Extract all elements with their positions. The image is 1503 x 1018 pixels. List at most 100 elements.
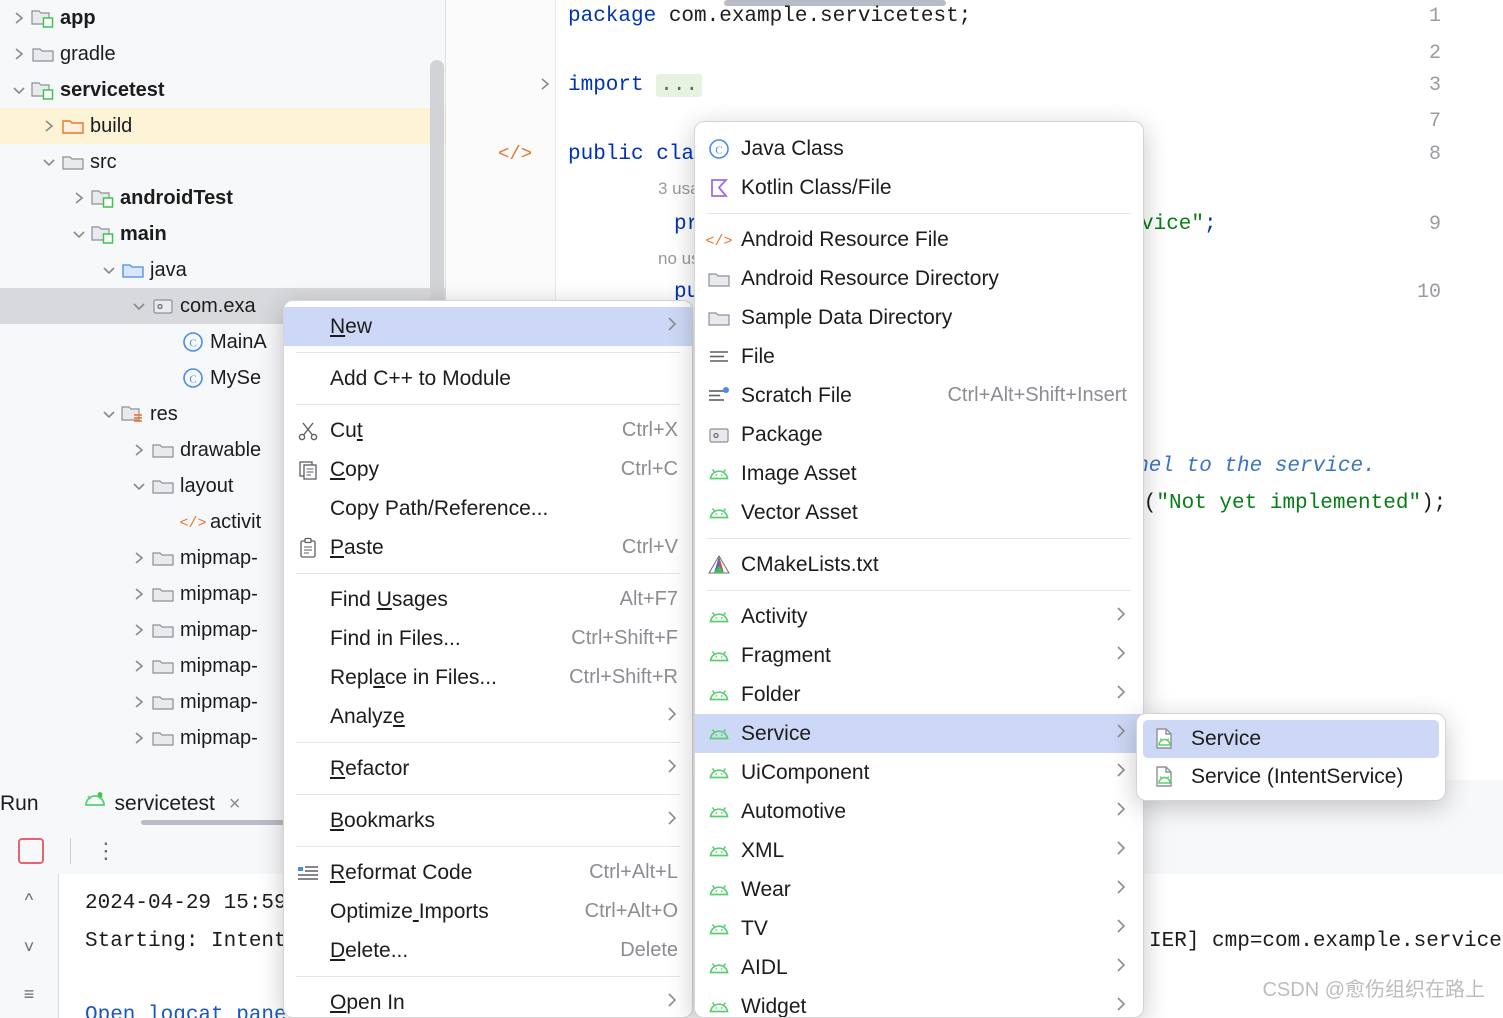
- context-menu[interactable]: New Add C++ to Module Cut Ctrl+X Copy Ctrl+C C…: [283, 300, 693, 1018]
- context-menu-item-refactor[interactable]: Refactor: [284, 749, 692, 788]
- new-menu-item-java-class[interactable]: C Java Class: [695, 129, 1143, 168]
- context-menu-item-delete[interactable]: Delete... Delete: [284, 931, 692, 970]
- context-menu-item-copy[interactable]: Copy Ctrl+C: [284, 450, 692, 489]
- fold-arrow-icon[interactable]: [538, 76, 552, 97]
- soft-wrap-icon[interactable]: ≡: [24, 984, 35, 1005]
- new-menu-item-kotlin-class-file[interactable]: Kotlin Class/File: [695, 168, 1143, 207]
- run-tab-servicetest[interactable]: servicetest ×: [83, 780, 345, 828]
- tree-item-label: MainA: [210, 330, 267, 353]
- new-menu-item-file[interactable]: File: [695, 337, 1143, 376]
- context-menu-item-replace-in-files[interactable]: Replace in Files... Ctrl+Shift+R: [284, 658, 692, 697]
- context-menu-item-open-in[interactable]: Open In: [284, 983, 692, 1017]
- new-submenu[interactable]: C Java Class Kotlin Class/File </> Android R…: [694, 121, 1144, 1018]
- menu-item-label: CMakeLists.txt: [741, 552, 879, 576]
- context-menu-item-optimize-imports[interactable]: Optimize Imports Ctrl+Alt+O: [284, 892, 692, 931]
- context-menu-item-add-c-to-module[interactable]: Add C++ to Module: [284, 359, 692, 398]
- tree-item-label: androidTest: [120, 186, 233, 209]
- tree-item-gradle[interactable]: gradle: [0, 36, 446, 72]
- menu-item-label: TV: [741, 916, 768, 940]
- new-menu-item-android-resource-file[interactable]: </> Android Resource File: [695, 220, 1143, 259]
- menu-item-label: Wear: [741, 877, 791, 901]
- close-icon[interactable]: ×: [229, 793, 241, 816]
- tree-item-servicetest[interactable]: servicetest: [0, 72, 446, 108]
- scroll-up-icon[interactable]: ^: [25, 890, 33, 911]
- new-menu-item-service[interactable]: Service: [695, 714, 1143, 753]
- new-menu-item-aidl[interactable]: AIDL: [695, 948, 1143, 987]
- chevron-right-icon[interactable]: [68, 187, 90, 209]
- run-side-toolbar[interactable]: ^ ˅ ≡: [0, 874, 58, 1018]
- tree-item-main[interactable]: main: [0, 216, 446, 252]
- scroll-down-icon[interactable]: ˅: [24, 937, 35, 958]
- context-menu-item-bookmarks[interactable]: Bookmarks: [284, 801, 692, 840]
- new-menu-item-tv[interactable]: TV: [695, 909, 1143, 948]
- new-menu-item-automotive[interactable]: Automotive: [695, 792, 1143, 831]
- tree-item-androidtest[interactable]: androidTest: [0, 180, 446, 216]
- chevron-right-icon[interactable]: [128, 655, 150, 677]
- new-menu-item-android-resource-directory[interactable]: Android Resource Directory: [695, 259, 1143, 298]
- new-menu-item-cmakelists-txt[interactable]: CMakeLists.txt: [695, 545, 1143, 584]
- menu-separator: [296, 976, 680, 977]
- folder-icon: [705, 266, 733, 292]
- new-menu-item-sample-data-directory[interactable]: Sample Data Directory: [695, 298, 1143, 337]
- chevron-down-icon[interactable]: [128, 475, 150, 497]
- context-menu-item-find-usages[interactable]: Find Usages Alt+F7: [284, 580, 692, 619]
- tree-item-label: layout: [180, 474, 234, 497]
- chevron-right-icon: [1115, 996, 1127, 1017]
- chevron-right-icon[interactable]: [128, 439, 150, 461]
- chevron-right-icon[interactable]: [8, 43, 30, 65]
- chevron-right-icon[interactable]: [128, 619, 150, 641]
- chevron-right-icon: [666, 810, 678, 831]
- chevron-down-icon[interactable]: [38, 151, 60, 173]
- tree-item-label: mipmap-: [180, 618, 258, 641]
- new-menu-item-uicomponent[interactable]: UiComponent: [695, 753, 1143, 792]
- tree-item-build[interactable]: build: [0, 108, 446, 144]
- tree-item-app[interactable]: app: [0, 0, 446, 36]
- tree-item-java[interactable]: java: [0, 252, 446, 288]
- chevron-right-icon[interactable]: [128, 727, 150, 749]
- menu-separator: [707, 213, 1131, 214]
- xml-marker-icon[interactable]: </>: [498, 143, 532, 165]
- context-menu-item-new[interactable]: New: [284, 307, 692, 346]
- new-menu-item-xml[interactable]: XML: [695, 831, 1143, 870]
- menu-item-label: Service: [741, 721, 812, 745]
- more-options-icon[interactable]: ⋮: [95, 840, 117, 862]
- chevron-right-icon[interactable]: [128, 583, 150, 605]
- new-menu-item-fragment[interactable]: Fragment: [695, 636, 1143, 675]
- new-menu-item-wear[interactable]: Wear: [695, 870, 1143, 909]
- chevron-down-icon[interactable]: [98, 259, 120, 281]
- folder-icon: [150, 475, 176, 497]
- tree-item-label: main: [120, 222, 167, 245]
- stop-button[interactable]: [17, 838, 44, 864]
- tree-item-src[interactable]: src: [0, 144, 446, 180]
- new-menu-item-vector-asset[interactable]: Vector Asset: [695, 493, 1143, 532]
- console-link[interactable]: Open logcat panel: [85, 1004, 312, 1018]
- chevron-down-icon[interactable]: [98, 403, 120, 425]
- new-menu-item-folder[interactable]: Folder: [695, 675, 1143, 714]
- context-menu-item-paste[interactable]: Paste Ctrl+V: [284, 528, 692, 567]
- service-menu-item-1[interactable]: Service (IntentService): [1143, 758, 1439, 796]
- new-menu-item-activity[interactable]: Activity: [695, 597, 1143, 636]
- cut-icon: [294, 417, 322, 445]
- context-menu-item-analyze[interactable]: Analyze: [284, 697, 692, 736]
- context-menu-item-cut[interactable]: Cut Ctrl+X: [284, 411, 692, 450]
- service-submenu[interactable]: Service Service (IntentService): [1136, 713, 1446, 801]
- context-menu-item-copy-path-reference[interactable]: Copy Path/Reference...: [284, 489, 692, 528]
- context-menu-item-find-in-files[interactable]: Find in Files... Ctrl+Shift+F: [284, 619, 692, 658]
- tree-item-label: servicetest: [60, 78, 165, 101]
- context-menu-item-reformat-code[interactable]: Reformat Code Ctrl+Alt+L: [284, 853, 692, 892]
- chevron-right-icon[interactable]: [8, 7, 30, 29]
- code-fragment: vice";: [1141, 213, 1217, 236]
- new-menu-item-scratch-file[interactable]: Scratch File Ctrl+Alt+Shift+Insert: [695, 376, 1143, 415]
- chevron-right-icon[interactable]: [128, 691, 150, 713]
- code-line: public cla: [568, 143, 695, 166]
- chevron-right-icon[interactable]: [38, 115, 60, 137]
- chevron-down-icon[interactable]: [128, 295, 150, 317]
- new-menu-item-widget[interactable]: Widget: [695, 987, 1143, 1017]
- service-menu-item-0[interactable]: Service: [1143, 720, 1439, 758]
- menu-separator: [296, 846, 680, 847]
- chevron-right-icon[interactable]: [128, 547, 150, 569]
- chevron-down-icon[interactable]: [8, 79, 30, 101]
- new-menu-item-image-asset[interactable]: Image Asset: [695, 454, 1143, 493]
- chevron-down-icon[interactable]: [68, 223, 90, 245]
- new-menu-item-package[interactable]: Package: [695, 415, 1143, 454]
